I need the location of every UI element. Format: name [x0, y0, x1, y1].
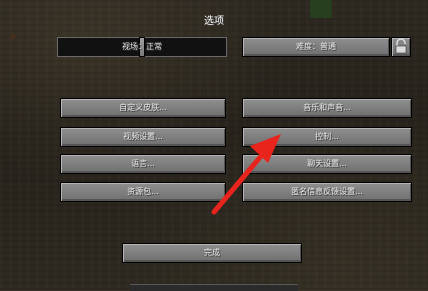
controls-button[interactable]: 控制...	[242, 127, 412, 147]
lock-icon	[395, 38, 407, 54]
resource-packs-button[interactable]: 资源包...	[60, 182, 226, 202]
difficulty-button[interactable]: 难度：普通	[242, 37, 390, 57]
chat-settings-button[interactable]: 聊天设置...	[242, 154, 412, 174]
done-button[interactable]: 完成	[122, 243, 302, 263]
snooper-settings-button[interactable]: 匿名信息反馈设置...	[242, 182, 412, 202]
difficulty-lock-button[interactable]	[391, 37, 411, 57]
music-sounds-button[interactable]: 音乐和声音...	[242, 98, 412, 118]
video-settings-button[interactable]: 视频设置...	[60, 127, 226, 147]
skin-customization-button[interactable]: 自定义皮肤...	[60, 98, 226, 118]
fov-slider[interactable]: 视场：正常	[57, 37, 227, 57]
fov-slider-label: 视场：正常	[122, 42, 162, 51]
screen-title: 选项	[204, 16, 224, 27]
language-button[interactable]: 语言...	[60, 154, 226, 174]
